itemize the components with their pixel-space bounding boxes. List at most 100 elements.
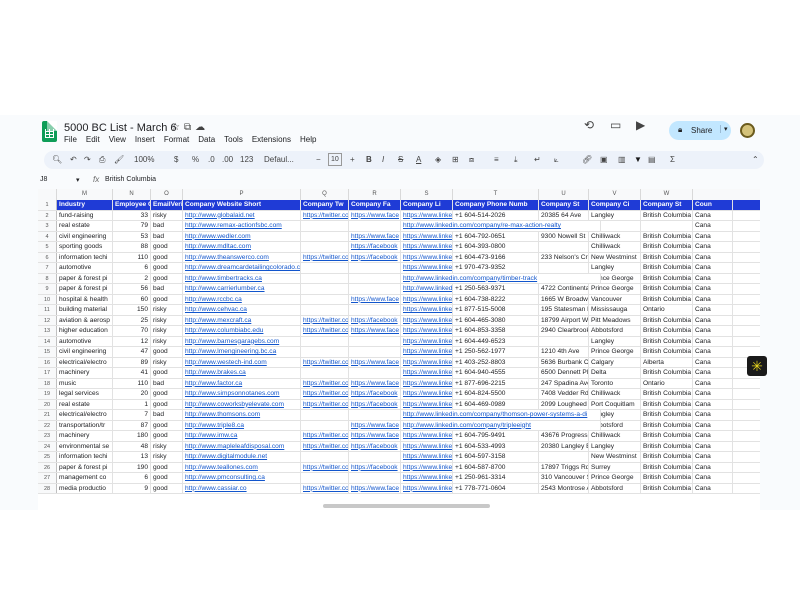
text-color-icon[interactable]: A [416, 155, 421, 164]
name-box-dropdown-icon[interactable]: ▾ [76, 176, 80, 184]
cell-linkedin[interactable]: https://www.linked [401, 462, 453, 472]
cell-industry[interactable]: management co [57, 473, 113, 483]
cell-employee-count[interactable]: 6 [113, 263, 151, 273]
header-cell-state[interactable]: Company St [641, 200, 693, 210]
cell-email-status[interactable]: risky [151, 336, 183, 346]
cell-industry[interactable]: higher education [57, 326, 113, 336]
row-number[interactable]: 15 [38, 347, 57, 357]
row-number[interactable]: 21 [38, 410, 57, 420]
cell-facebook[interactable]: https://www.face [349, 357, 401, 367]
cell-phone[interactable]: +1 604-738-8222 [453, 294, 539, 304]
cell-phone[interactable]: +1 604-853-3358 [453, 326, 539, 336]
cell-twitter[interactable] [301, 294, 349, 304]
header-cell-city[interactable]: Company Ci [589, 200, 641, 210]
cell-city[interactable]: Langley [589, 336, 641, 346]
cell-street[interactable]: 7408 Vedder Rd [539, 389, 589, 399]
cell-state[interactable]: British Columbia [641, 315, 693, 325]
cell-country[interactable]: Cana [693, 357, 733, 367]
cell-linkedin[interactable]: https://www.linked [401, 441, 453, 451]
cell-twitter[interactable]: https://twitter.com [301, 483, 349, 493]
cell-street[interactable]: 5636 Burbank C [539, 357, 589, 367]
header-cell-street[interactable]: Company St [539, 200, 589, 210]
cell-twitter[interactable] [301, 347, 349, 357]
cell-country[interactable]: Cana [693, 336, 733, 346]
row-number[interactable]: 3 [38, 221, 57, 231]
cell-phone[interactable]: +1 604-824-5500 [453, 389, 539, 399]
cell-linkedin[interactable]: http://www.linkedin.com/company/thomson-… [401, 410, 601, 420]
cell-country[interactable]: Cana [693, 231, 733, 241]
header-cell-facebook[interactable]: Company Fa [349, 200, 401, 210]
zoom-select[interactable]: 100% [134, 155, 154, 164]
row-number[interactable]: 27 [38, 473, 57, 483]
cell-country[interactable]: Cana [693, 420, 733, 430]
cell-state[interactable]: British Columbia [641, 252, 693, 262]
cell-city[interactable]: Port Coquitlam [589, 399, 641, 409]
cell-twitter[interactable]: https://twitter.com [301, 357, 349, 367]
cell-twitter[interactable] [301, 420, 349, 430]
sheet-grid[interactable]: MNOPQRSTUVW1IndustryEmployee CEmailVerif… [38, 189, 760, 510]
cell-website[interactable]: http://www.coworksbyelevate.com [183, 399, 301, 409]
cell-street[interactable]: 17897 Triggs Rd [539, 462, 589, 472]
cell-state[interactable]: British Columbia [641, 242, 693, 252]
row-number[interactable]: 22 [38, 420, 57, 430]
cell-email-status[interactable]: bad [151, 284, 183, 294]
formula-input[interactable]: British Columbia [105, 176, 156, 183]
cell-employee-count[interactable]: 110 [113, 378, 151, 388]
cell-website[interactable]: http://www.theanswerco.com [183, 252, 301, 262]
cell-street[interactable]: 2940 Clearbrook [539, 326, 589, 336]
row-number[interactable]: 1 [38, 200, 57, 210]
cell-state[interactable]: British Columbia [641, 326, 693, 336]
cell-employee-count[interactable]: 12 [113, 336, 151, 346]
row-number[interactable]: 11 [38, 305, 57, 315]
cell-email-status[interactable]: good [151, 368, 183, 378]
cell-facebook[interactable]: https://facebook [349, 389, 401, 399]
cell-email-status[interactable]: bad [151, 378, 183, 388]
cell-linkedin[interactable]: https://www.linked [401, 242, 453, 252]
cell-country[interactable]: Cana [693, 389, 733, 399]
column-header[interactable]: U [539, 189, 589, 200]
cell-employee-count[interactable]: 6 [113, 473, 151, 483]
cell-country[interactable]: Cana [693, 378, 733, 388]
cell-industry[interactable]: aviation & aerosp [57, 315, 113, 325]
cell-email-status[interactable]: good [151, 483, 183, 493]
row-number[interactable]: 14 [38, 336, 57, 346]
cell-street[interactable]: 1665 W Broadwa [539, 294, 589, 304]
cell-employee-count[interactable]: 47 [113, 347, 151, 357]
cell-country[interactable]: Cana [693, 462, 733, 472]
cell-industry[interactable]: building material [57, 305, 113, 315]
cell-city[interactable]: Calgary [589, 357, 641, 367]
cell-email-status[interactable]: good [151, 273, 183, 283]
cell-city[interactable]: Toronto [589, 378, 641, 388]
cell-street[interactable]: 6500 Dennett Pl [539, 368, 589, 378]
cell-twitter[interactable]: https://twitter.com [301, 315, 349, 325]
cell-phone[interactable]: +1 604-473-9166 [453, 252, 539, 262]
collapse-toolbar-icon[interactable]: ⌃ [752, 155, 759, 164]
header-cell-email-status[interactable]: EmailVerifier Stat [151, 200, 183, 210]
cell-state[interactable]: British Columbia [641, 263, 693, 273]
cell-state[interactable]: British Columbia [641, 210, 693, 220]
row-number[interactable]: 18 [38, 378, 57, 388]
cell-facebook[interactable]: https://www.face [349, 431, 401, 441]
cell-twitter[interactable] [301, 452, 349, 462]
cell-street[interactable] [539, 263, 589, 273]
cell-linkedin[interactable]: https://www.linked [401, 368, 453, 378]
row-number[interactable]: 8 [38, 273, 57, 283]
borders-icon[interactable]: ⊞ [452, 155, 459, 164]
row-number[interactable]: 2 [38, 210, 57, 220]
cell-email-status[interactable]: good [151, 462, 183, 472]
cell-industry[interactable]: sporting goods [57, 242, 113, 252]
cell-employee-count[interactable]: 190 [113, 462, 151, 472]
bold-icon[interactable]: B [366, 155, 372, 164]
move-folder-icon[interactable]: ⧉ [184, 122, 195, 133]
cell-employee-count[interactable]: 2 [113, 273, 151, 283]
row-number[interactable]: 24 [38, 441, 57, 451]
cell-phone[interactable]: +1 604-587-8700 [453, 462, 539, 472]
cell-linkedin[interactable]: https://www.linked [401, 210, 453, 220]
cell-city[interactable]: New Westminst [589, 452, 641, 462]
cell-linkedin[interactable]: https://www.linked [401, 483, 453, 493]
vertical-align-icon[interactable]: ⤓ [514, 155, 518, 165]
cell-street[interactable]: 20385 64 Ave [539, 210, 589, 220]
cell-state[interactable]: British Columbia [641, 273, 693, 283]
cell-country[interactable]: Cana [693, 263, 733, 273]
merge-cells-icon[interactable]: ⧈ [469, 155, 474, 165]
